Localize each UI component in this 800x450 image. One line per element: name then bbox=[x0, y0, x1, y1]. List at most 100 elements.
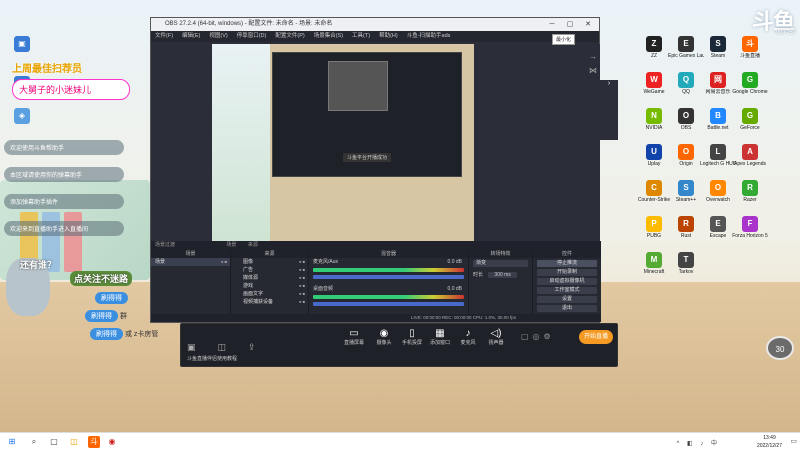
obs-taskbar-icon[interactable]: ◉ bbox=[106, 436, 118, 448]
source-item[interactable]: 媒体源 bbox=[231, 274, 308, 282]
scene-icon[interactable]: ▣ bbox=[187, 342, 218, 352]
desktop-icon[interactable]: O Overwatch bbox=[700, 180, 736, 203]
desktop-icon[interactable]: P PUBG bbox=[636, 216, 672, 239]
desktop-icon[interactable]: F Forza Horizon 5 bbox=[732, 216, 768, 239]
toolbar-monitor[interactable]: ▭ 直播屏幕 bbox=[339, 328, 369, 346]
start-button[interactable]: ⊞ bbox=[6, 436, 18, 448]
volume-meter bbox=[313, 268, 464, 272]
menu-profile[interactable]: 配置文件(P) bbox=[275, 31, 304, 42]
menu-edit[interactable]: 编辑(E) bbox=[182, 31, 200, 42]
toolbar-window[interactable]: ▦ 添加窗口 bbox=[425, 328, 455, 346]
speaker-icon: ◁) bbox=[490, 328, 502, 339]
toolbar-mic[interactable]: ♪ 麦克风 bbox=[453, 328, 483, 346]
maximize-button[interactable]: ▢ bbox=[561, 18, 579, 31]
toolbar-label: 摄像头 bbox=[376, 340, 392, 346]
toolbar-camera[interactable]: ◉ 摄像头 bbox=[369, 328, 399, 346]
desktop-icon[interactable]: C Counter-Strike bbox=[636, 180, 672, 203]
desktop-icon[interactable]: G GeForce bbox=[732, 108, 768, 131]
desktop-icon[interactable]: U Uplay bbox=[636, 144, 672, 167]
obs-titlebar: OBS 27.2.4 (64-bit, windows) - 配置文件: 未命名… bbox=[151, 18, 599, 31]
volume-slider[interactable] bbox=[313, 302, 464, 306]
duration-input[interactable]: 300 ms bbox=[488, 272, 517, 278]
record-icon[interactable]: ◫ bbox=[218, 342, 249, 352]
menu-tools[interactable]: 工具(T) bbox=[352, 31, 370, 42]
desktop-icon[interactable]: T Tarkov bbox=[668, 252, 704, 275]
desktop-icon[interactable]: R Razer bbox=[732, 180, 768, 203]
desktop-icon[interactable]: G Google Chrome bbox=[732, 72, 768, 95]
desktop-icon[interactable]: Z ZZ bbox=[636, 36, 672, 59]
transition-select[interactable]: 渐变 bbox=[473, 260, 528, 267]
desktop-icon-label: OBS bbox=[680, 125, 692, 131]
desktop-icon[interactable]: O Origin bbox=[668, 144, 704, 167]
desktop-icon[interactable]: A Apex Legends bbox=[732, 144, 768, 167]
minimize-button[interactable]: ─ bbox=[543, 18, 561, 31]
menu-docks[interactable]: 停靠窗口(D) bbox=[237, 31, 267, 42]
desktop-icon[interactable]: B Battle.net bbox=[700, 108, 736, 131]
desktop-icon[interactable]: R Rust bbox=[668, 216, 704, 239]
search-icon[interactable]: ⌕ bbox=[28, 436, 40, 448]
desktop-icon[interactable]: S Steam bbox=[700, 36, 736, 59]
desktop-icon[interactable]: ◈ bbox=[4, 108, 40, 125]
desktop-icon[interactable]: W WeGame bbox=[636, 72, 672, 95]
desktop-icon[interactable]: 斗斗鱼直播 bbox=[732, 36, 768, 59]
desktop-icon[interactable]: ▣ bbox=[4, 36, 40, 53]
start-recording-button[interactable]: 开始录制 bbox=[537, 269, 597, 276]
desktop-icon-label: Forza Horizon 5 bbox=[732, 233, 768, 239]
side-collapse-button[interactable]: › bbox=[600, 80, 618, 140]
dock-tab-sources[interactable]: 来源 bbox=[238, 242, 258, 248]
dock-tab-scenes[interactable]: 场景 bbox=[176, 242, 236, 248]
system-tray[interactable]: ^ ◧ ♪ 中 bbox=[677, 438, 721, 447]
exit-button[interactable]: 退出 bbox=[537, 305, 597, 312]
share-icon[interactable]: ⋈ bbox=[589, 64, 597, 78]
menu-scene-collection[interactable]: 场景集合(S) bbox=[314, 31, 343, 42]
desktop-icon[interactable]: L Logitech G HUB bbox=[700, 144, 736, 167]
desktop-icon-label: Counter-Strike bbox=[637, 197, 671, 203]
clock[interactable]: 13:49 2022/12/27 bbox=[757, 434, 782, 450]
desktop-icon-label: Origin bbox=[679, 161, 693, 167]
desktop-icon[interactable]: N NVIDIA bbox=[636, 108, 672, 131]
studio-mode-button[interactable]: 工作室模式 bbox=[537, 287, 597, 294]
desktop-icon[interactable]: Q QQ bbox=[668, 72, 704, 95]
go-live-button[interactable]: 开始直播 bbox=[579, 330, 613, 344]
tutorial-link[interactable]: 斗鱼直播伴侣使用教程 bbox=[187, 355, 237, 362]
desktop-icon[interactable]: S Steam++ bbox=[668, 180, 704, 203]
app-icon: U bbox=[646, 144, 662, 160]
toolbar-settings-icons[interactable]: ▢◎⚙ bbox=[521, 332, 555, 341]
stop-streaming-button[interactable]: 停止推流 bbox=[537, 260, 597, 267]
desktop-icon[interactable]: E Escape bbox=[700, 216, 736, 239]
upload-icon[interactable]: ⇪ bbox=[248, 342, 278, 352]
notification-icon[interactable]: ▭ bbox=[790, 437, 797, 445]
desktop-icon[interactable]: 网网易云音乐 bbox=[700, 72, 736, 95]
menu-help[interactable]: 帮助(H) bbox=[379, 31, 398, 42]
volume-slider[interactable] bbox=[313, 275, 464, 279]
toolbar-phone[interactable]: ▯ 手机投屏 bbox=[397, 328, 427, 346]
menu-plugin[interactable]: 斗鱼-扫描助手ads bbox=[407, 31, 451, 42]
desktop-icon[interactable]: M Minecraft bbox=[636, 252, 672, 275]
desktop-icon-label: Rust bbox=[680, 233, 692, 239]
source-item[interactable]: 图像 bbox=[231, 258, 308, 266]
controls-dock: 控件 停止推流 开始录制 启动虚拟摄像机 工作室模式 设置 退出 bbox=[533, 250, 601, 316]
explorer-icon[interactable]: ◫ bbox=[68, 436, 80, 448]
menu-file[interactable]: 文件(F) bbox=[155, 31, 173, 42]
douyu-taskbar-icon[interactable]: 斗 bbox=[88, 436, 100, 448]
volume-meter bbox=[313, 295, 464, 299]
desktop-icon[interactable]: O OBS bbox=[668, 108, 704, 131]
dock-tab-transition[interactable]: 场景过渡 bbox=[151, 242, 175, 248]
settings-button[interactable]: 设置 bbox=[537, 296, 597, 303]
desktop-icon[interactable]: EEpic Games Launcher bbox=[668, 36, 704, 59]
source-item[interactable]: 视频捕获设备 bbox=[231, 298, 308, 306]
mixer-header: 混音器 bbox=[309, 250, 468, 258]
app-icon: S bbox=[710, 36, 726, 52]
close-button[interactable]: ✕ bbox=[579, 18, 597, 31]
scene-item[interactable]: 场景 bbox=[151, 258, 230, 266]
obs-preview[interactable]: 斗鱼平台开播成功 bbox=[212, 44, 474, 241]
arrow-right-icon[interactable]: → bbox=[589, 50, 597, 64]
app-icon: O bbox=[710, 180, 726, 196]
menu-view[interactable]: 视图(V) bbox=[209, 31, 227, 42]
toolbar-speaker[interactable]: ◁) 扬声器 bbox=[481, 328, 511, 346]
source-item[interactable]: 广告 bbox=[231, 266, 308, 274]
source-item[interactable]: 画面文字 bbox=[231, 290, 308, 298]
source-item[interactable]: 游戏 bbox=[231, 282, 308, 290]
task-view-icon[interactable]: ▢ bbox=[48, 436, 60, 448]
virtual-camera-button[interactable]: 启动虚拟摄像机 bbox=[537, 278, 597, 285]
